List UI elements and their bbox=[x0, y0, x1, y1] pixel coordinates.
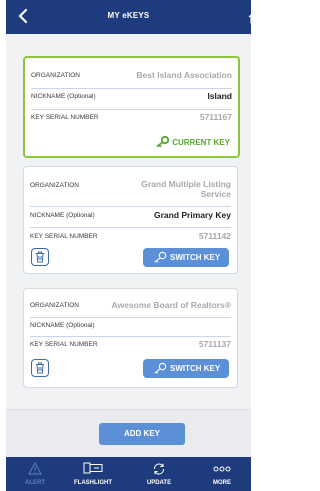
serial-row: KEY SERIAL NUMBER 5711142 bbox=[30, 231, 231, 245]
organization-row: ORGANIZATION Best Island Association bbox=[31, 70, 232, 84]
serial-label: KEY SERIAL NUMBER bbox=[31, 114, 99, 121]
organization-row: ORGANIZATION Grand Multiple Listing Serv… bbox=[30, 179, 231, 204]
tab-update[interactable]: UPDATE bbox=[134, 457, 184, 491]
key-outline-icon bbox=[154, 362, 167, 374]
organization-row: ORGANIZATION Awesome Board of Realtors® bbox=[30, 300, 231, 314]
key-icon bbox=[156, 135, 170, 148]
nickname-value[interactable]: Island bbox=[207, 91, 232, 101]
organization-value: Best Island Association bbox=[136, 70, 232, 80]
tab-label: UPDATE bbox=[146, 480, 172, 486]
tab-flashlight[interactable]: FLASHLIGHT bbox=[68, 457, 118, 491]
serial-value: 5711137 bbox=[198, 339, 231, 349]
current-key-indicator: CURRENT KEY bbox=[156, 135, 230, 148]
trash-icon bbox=[36, 251, 44, 263]
nickname-row[interactable]: NICKNAME (Optional) bbox=[30, 322, 231, 334]
serial-label: KEY SERIAL NUMBER bbox=[30, 341, 98, 348]
organization-label: ORGANIZATION bbox=[30, 302, 79, 309]
divider bbox=[31, 109, 232, 110]
update-icon bbox=[153, 463, 165, 475]
add-key-section: ADD KEY bbox=[6, 409, 251, 458]
home-button[interactable] bbox=[247, 9, 260, 25]
key-outline-icon bbox=[154, 251, 167, 263]
tab-alert[interactable]: ALERT bbox=[10, 457, 60, 491]
serial-row: KEY SERIAL NUMBER 5711137 bbox=[30, 339, 231, 353]
organization-value: Grand Multiple Listing Service bbox=[141, 179, 231, 199]
delete-key-button[interactable] bbox=[31, 248, 49, 266]
organization-label: ORGANIZATION bbox=[30, 182, 79, 189]
add-key-button[interactable]: ADD KEY bbox=[99, 423, 185, 445]
organization-value: Awesome Board of Realtors® bbox=[111, 300, 231, 310]
serial-label: KEY SERIAL NUMBER bbox=[30, 233, 98, 240]
alert-icon bbox=[28, 462, 42, 475]
divider bbox=[30, 206, 231, 207]
switch-key-label: SWITCH KEY bbox=[170, 364, 221, 373]
key-card-current: ORGANIZATION Best Island Association NIC… bbox=[23, 56, 240, 158]
nickname-label: NICKNAME (Optional) bbox=[30, 212, 95, 219]
tab-more[interactable]: MORE bbox=[197, 457, 247, 491]
flashlight-icon bbox=[83, 462, 103, 474]
current-key-label: CURRENT KEY bbox=[172, 138, 230, 147]
key-card: ORGANIZATION Awesome Board of Realtors® … bbox=[23, 288, 238, 388]
serial-value: 5711167 bbox=[199, 112, 232, 122]
nickname-row[interactable]: NICKNAME (Optional) Grand Primary Key bbox=[30, 210, 231, 224]
serial-value: 5711142 bbox=[198, 231, 231, 241]
divider bbox=[30, 227, 231, 228]
switch-key-button[interactable]: SWITCH KEY bbox=[143, 248, 229, 267]
home-icon bbox=[248, 10, 260, 24]
more-icon bbox=[213, 466, 231, 472]
tab-label: FLASHLIGHT bbox=[74, 480, 112, 486]
divider bbox=[30, 317, 231, 318]
tab-label: ALERT bbox=[25, 480, 45, 486]
content-area: MY eKEYS ORGANIZATION Best Island Associ… bbox=[6, 0, 251, 491]
app-screen: MY eKEYS ORGANIZATION Best Island Associ… bbox=[0, 0, 260, 491]
divider bbox=[30, 336, 231, 337]
key-card: ORGANIZATION Grand Multiple Listing Serv… bbox=[23, 166, 238, 274]
serial-row: KEY SERIAL NUMBER 5711167 bbox=[31, 112, 232, 126]
tab-label: MORE bbox=[213, 480, 231, 486]
trash-icon bbox=[36, 362, 44, 374]
nickname-label: NICKNAME (Optional) bbox=[30, 322, 95, 329]
switch-key-button[interactable]: SWITCH KEY bbox=[143, 359, 229, 378]
top-bar: MY eKEYS bbox=[6, 0, 251, 34]
divider bbox=[31, 88, 232, 89]
delete-key-button[interactable] bbox=[31, 359, 49, 377]
nickname-label: NICKNAME (Optional) bbox=[31, 93, 96, 100]
nickname-value[interactable]: Grand Primary Key bbox=[154, 210, 231, 220]
organization-label: ORGANIZATION bbox=[31, 72, 80, 79]
page-title: MY eKEYS bbox=[107, 11, 150, 20]
switch-key-label: SWITCH KEY bbox=[170, 253, 221, 262]
nickname-row[interactable]: NICKNAME (Optional) Island bbox=[31, 91, 232, 105]
bottom-tab-bar: ALERT FLASHLIGHT UPDATE MORE bbox=[6, 457, 251, 491]
